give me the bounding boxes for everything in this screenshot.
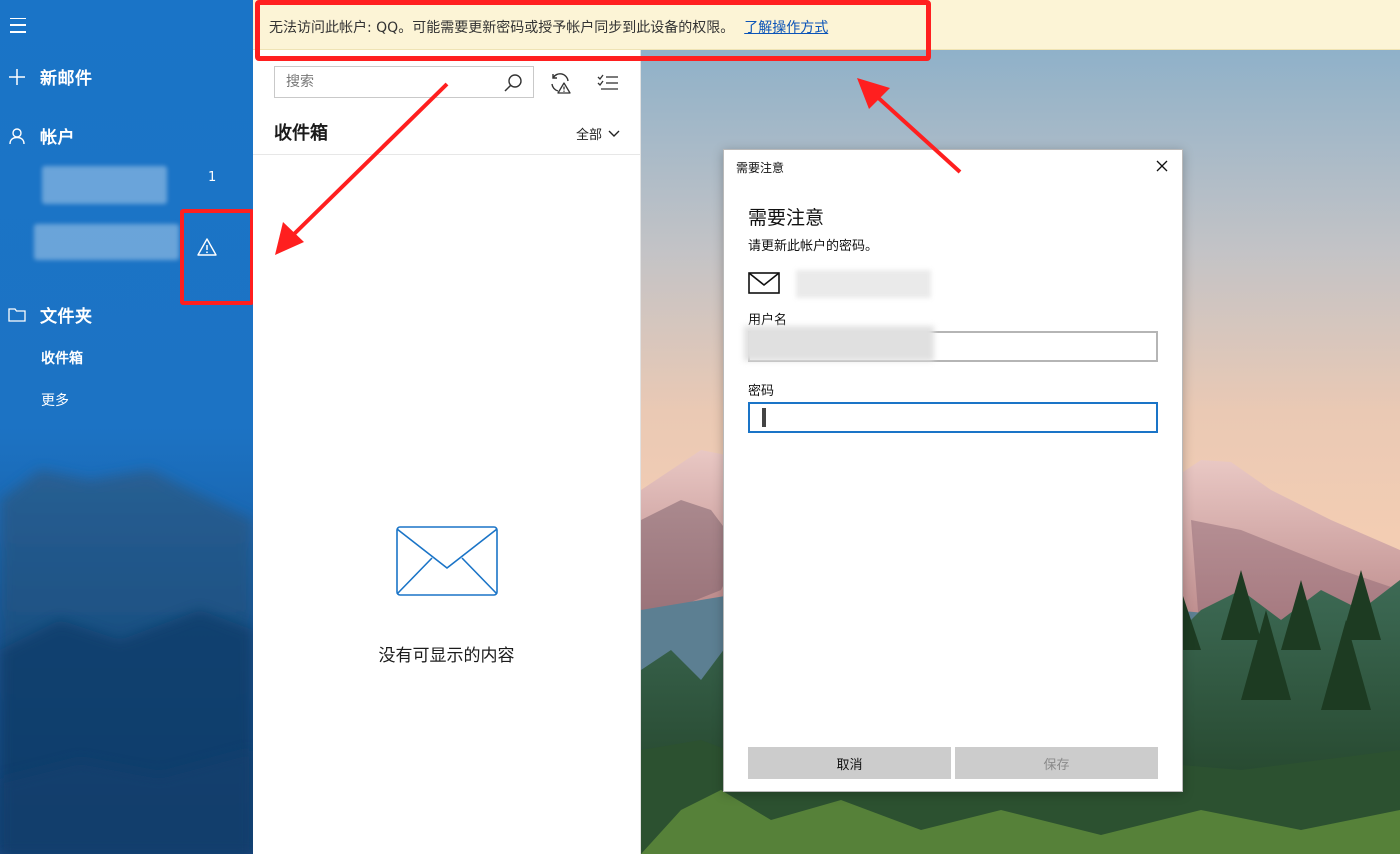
folders-header[interactable]: 文件夹 — [8, 302, 93, 327]
hamburger-menu-button[interactable] — [9, 16, 27, 34]
account-email-redacted — [796, 270, 931, 298]
account-item[interactable]: 1 — [36, 160, 236, 212]
plus-icon — [8, 68, 26, 86]
folder-label: 收件箱 — [41, 351, 83, 367]
accounts-header[interactable]: 帐户 — [8, 123, 75, 148]
close-button[interactable] — [1154, 158, 1170, 174]
dialog-window-title: 需要注意 — [736, 161, 785, 175]
folder-item-more[interactable]: 更多 — [41, 390, 69, 410]
dialog-heading: 需要注意 — [748, 207, 825, 229]
close-icon — [1156, 160, 1168, 172]
menu-line — [10, 30, 26, 33]
sync-button[interactable] — [545, 68, 575, 98]
empty-state-message: 没有可显示的内容 — [378, 646, 515, 666]
search-input[interactable] — [275, 67, 496, 97]
divider — [253, 154, 640, 155]
account-name-redacted — [42, 166, 167, 204]
message-list-pane: 收件箱 全部 没有可显示的内容 — [253, 0, 641, 854]
filter-dropdown[interactable]: 全部 — [576, 124, 620, 143]
new-mail-button[interactable]: 新邮件 — [8, 64, 93, 89]
select-mode-button[interactable] — [593, 68, 623, 98]
search-icon[interactable] — [503, 73, 523, 93]
filter-label: 全部 — [575, 128, 602, 143]
password-label: 密码 — [748, 384, 775, 399]
folders-label: 文件夹 — [40, 307, 93, 327]
chevron-down-icon — [608, 130, 620, 137]
accounts-label: 帐户 — [40, 128, 75, 148]
unread-count-badge: 1 — [208, 170, 217, 185]
new-mail-label: 新邮件 — [40, 69, 93, 89]
search-box — [274, 66, 534, 98]
password-field[interactable] — [750, 404, 1156, 431]
password-field-wrap — [748, 402, 1158, 433]
folder-label: 更多 — [41, 393, 69, 409]
sync-warning-icon — [551, 73, 571, 94]
annotation-highlight-warning — [180, 209, 254, 305]
account-name-redacted — [34, 224, 179, 260]
folder-title: 收件箱 — [274, 123, 328, 144]
menu-line — [10, 17, 26, 20]
username-redacted — [744, 326, 934, 361]
folder-item-inbox[interactable]: 收件箱 — [41, 348, 83, 368]
banner-message: 无法访问此帐户: QQ。可能需要更新密码或授予帐户同步到此设备的权限。 — [269, 20, 735, 36]
attention-dialog: 需要注意 需要注意 请更新此帐户的密码。 用户名 密码 取消 保存 — [723, 149, 1183, 792]
account-error-banner: 无法访问此帐户: QQ。可能需要更新密码或授予帐户同步到此设备的权限。 了解操作方… — [253, 0, 1400, 50]
mail-icon — [748, 272, 780, 294]
text-caret — [762, 408, 766, 427]
save-button[interactable]: 保存 — [955, 747, 1158, 779]
checklist-icon — [597, 74, 618, 90]
learn-how-link[interactable]: 了解操作方式 — [744, 20, 828, 36]
folder-icon — [8, 306, 26, 324]
navigation-pane: 新邮件 帐户 1 文件夹 收件箱 更多 — [0, 0, 253, 854]
person-icon — [8, 127, 26, 145]
empty-mail-icon — [396, 526, 498, 596]
menu-line — [10, 24, 26, 26]
dialog-description: 请更新此帐户的密码。 — [748, 239, 879, 254]
cancel-button[interactable]: 取消 — [748, 747, 951, 779]
